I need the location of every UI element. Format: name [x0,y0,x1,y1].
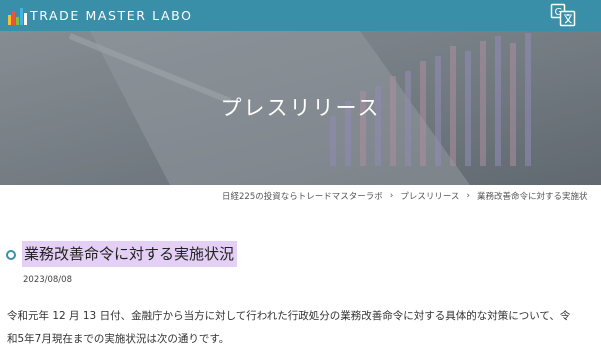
translate-icon: G [550,3,576,27]
post-body-line: 令和元年 12 月 13 日付、金融庁から当方に対して行われた行政処分の業務改善… [7,310,571,322]
translate-button[interactable]: G [549,2,577,29]
chevron-right-icon: › [466,191,471,201]
title-bullet-icon [6,250,16,260]
site-header: TRADE MASTER LABO G [0,0,601,31]
breadcrumb-press-release-link[interactable]: プレスリリース [400,190,459,202]
post-body-line: 和5年7月現在までの実施状況は次の通りです。 [7,333,230,345]
chevron-right-icon: › [389,191,394,201]
post-body: 令和元年 12 月 13 日付、金融庁から当方に対して行われた行政処分の業務改善… [7,305,601,351]
breadcrumb-current: 業務改善命令に対する実施状 [477,192,588,202]
page-title: プレスリリース [220,96,381,120]
post-date: 2023/08/08 [23,275,72,285]
post-title: 業務改善命令に対する実施状況 [22,241,238,267]
hero-banner: プレスリリース [0,31,601,185]
breadcrumb-home-link[interactable]: 日経225の投資ならトレードマスターラボ [222,190,383,202]
breadcrumb: 日経225の投資ならトレードマスターラボ › プレスリリース › 業務改善命令に… [222,189,588,203]
logo-text[interactable]: TRADE MASTER LABO [30,8,193,23]
